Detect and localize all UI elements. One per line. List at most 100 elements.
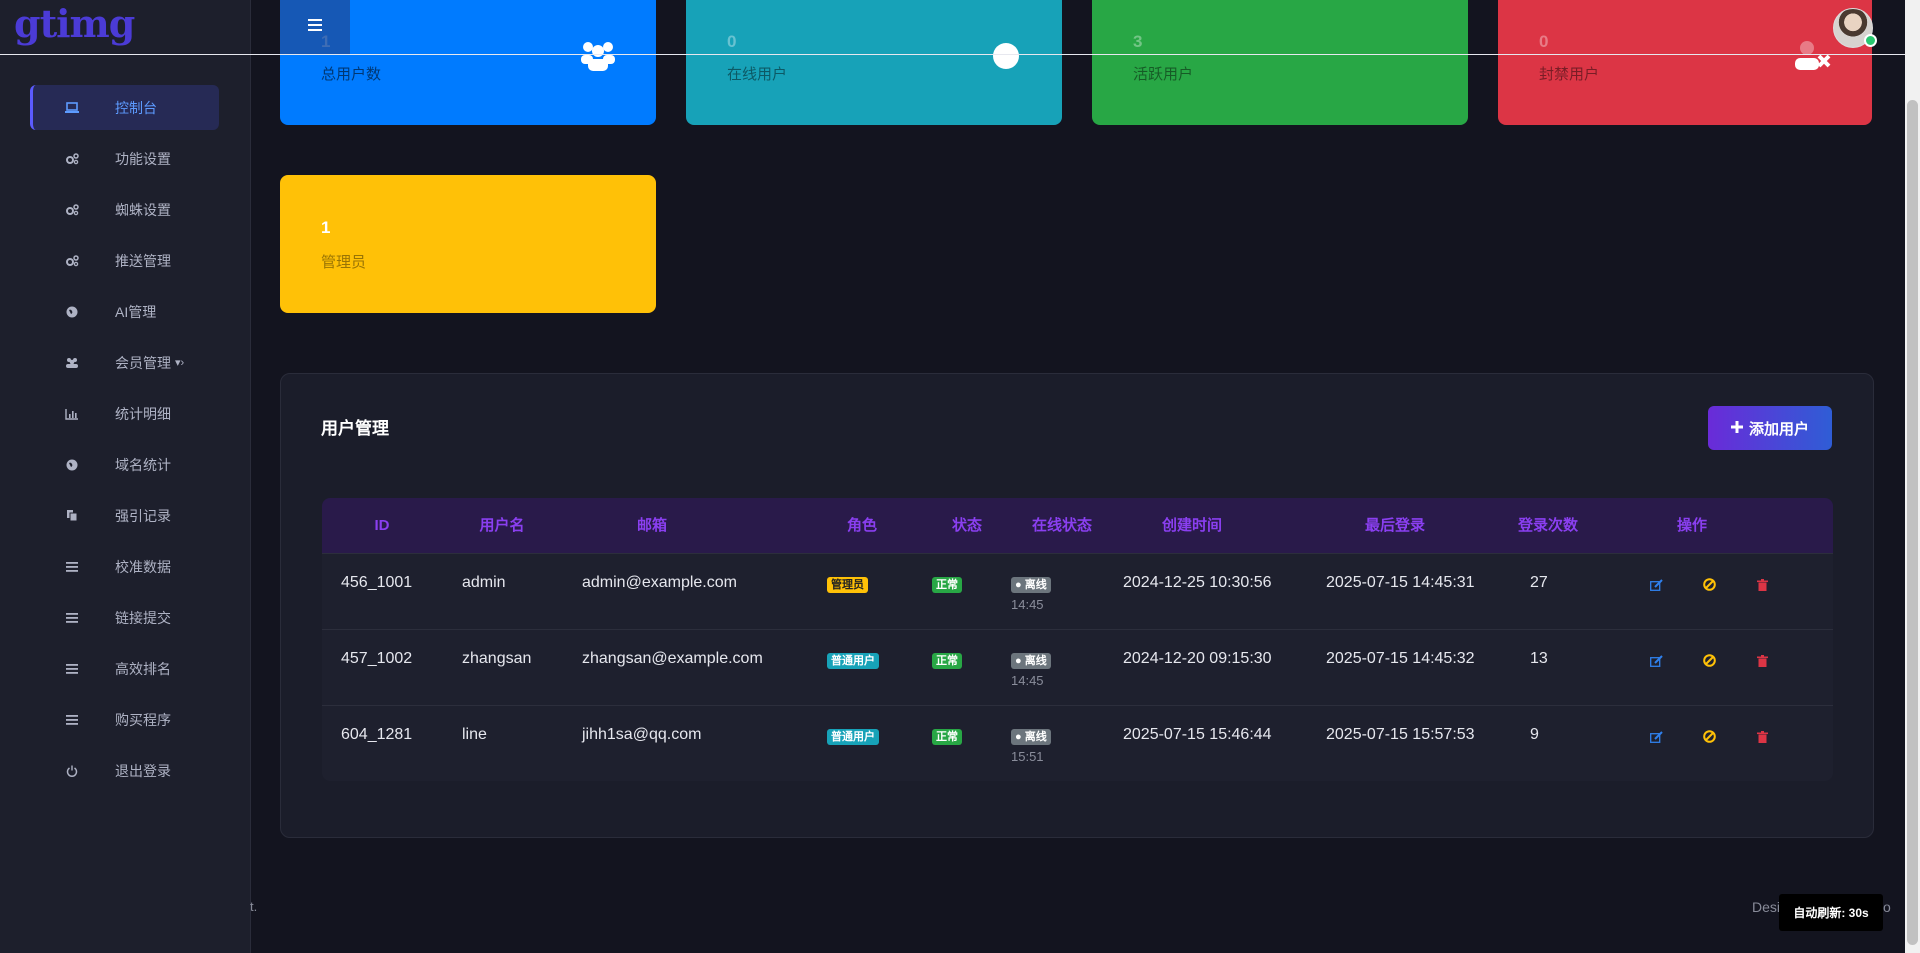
column-header-online-status[interactable]: 在线状态: [1012, 498, 1112, 553]
status-badge: 正常: [932, 577, 962, 593]
top-header: gtimg: [0, 0, 1905, 55]
sidebar-item-buy-program[interactable]: 购买程序: [30, 697, 219, 742]
edit-button[interactable]: [1648, 579, 1664, 595]
stat-card-admins: 1 管理员: [280, 175, 656, 313]
online-status-badge: ● 离线: [1011, 729, 1051, 745]
role-badge: 普通用户: [827, 729, 879, 745]
copy-icon: [57, 509, 87, 522]
cell-username: line: [462, 726, 487, 743]
cell-id: 604_1281: [341, 726, 413, 743]
panel-title: 用户管理: [321, 419, 389, 438]
sidebar-item-label: 强引记录: [115, 507, 171, 524]
edit-button[interactable]: [1648, 655, 1664, 671]
column-header-email[interactable]: 邮箱: [622, 498, 682, 553]
cell-last-login: 2025-07-15 14:45:31: [1326, 574, 1475, 591]
sidebar-item-domain-statistics[interactable]: 域名统计: [30, 442, 219, 487]
online-status-badge: ● 离线: [1011, 577, 1051, 593]
sidebar-item-ai-management[interactable]: AI管理: [30, 289, 219, 334]
status-badge: 正常: [932, 653, 962, 669]
sidebar-item-label: 域名统计: [115, 456, 171, 473]
cell-username: zhangsan: [462, 650, 532, 667]
ban-icon: [1702, 578, 1716, 596]
table-header: ID 用户名 邮箱 角色 状态 在线状态 创建时间 最后登录 登录次数 操作: [322, 498, 1833, 553]
cell-last-login: 2025-07-15 15:57:53: [1326, 726, 1475, 743]
scrollbar-thumb[interactable]: [1907, 100, 1918, 945]
footer-copyright: t.: [250, 899, 258, 914]
cell-email: zhangsan@example.com: [582, 650, 763, 667]
footer-design-text: Desi: [1752, 899, 1781, 915]
sidebar-item-statistics-detail[interactable]: 统计明细: [30, 391, 219, 436]
ban-button[interactable]: [1701, 578, 1717, 596]
add-user-button[interactable]: 添加用户: [1708, 406, 1832, 450]
stat-label: 在线用户: [727, 66, 788, 83]
ban-button[interactable]: [1701, 730, 1717, 748]
sidebar: 控制台 功能设置 蜘蛛设置 推送管理 AI管理 会员管理▾› 统计明细 域名统: [0, 0, 251, 953]
cogs-icon: [57, 254, 87, 267]
add-user-label: 添加用户: [1748, 420, 1809, 438]
table-row: 604_1281 line jihh1sa@qq.com 普通用户 正常 ● 离…: [322, 705, 1833, 781]
users-icon: [57, 357, 87, 369]
role-badge: 管理员: [827, 577, 868, 593]
delete-button[interactable]: [1754, 579, 1770, 595]
auto-refresh-indicator[interactable]: 自动刷新: 30s: [1779, 894, 1883, 931]
sidebar-item-spider-settings[interactable]: 蜘蛛设置: [30, 187, 219, 232]
delete-button[interactable]: [1754, 731, 1770, 747]
sidebar-item-calibration-data[interactable]: 校准数据: [30, 544, 219, 589]
cell-id: 457_1002: [341, 650, 413, 667]
footer-design-tail: o: [1883, 899, 1891, 915]
cogs-icon: [57, 203, 87, 216]
menu-toggle-button[interactable]: [280, 0, 350, 54]
role-badge: 普通用户: [827, 653, 879, 669]
cell-created: 2025-07-15 15:46:44: [1123, 726, 1272, 743]
column-header-created[interactable]: 创建时间: [1142, 498, 1242, 553]
sidebar-item-label: 退出登录: [115, 762, 171, 779]
edit-button[interactable]: [1648, 731, 1664, 747]
online-time: 15:51: [1011, 749, 1044, 764]
delete-button[interactable]: [1754, 655, 1770, 671]
column-header-username[interactable]: 用户名: [452, 498, 552, 553]
column-header-role[interactable]: 角色: [832, 498, 892, 553]
sidebar-item-dashboard[interactable]: 控制台: [30, 85, 219, 130]
sidebar-item-feature-settings[interactable]: 功能设置: [30, 136, 219, 181]
column-header-id[interactable]: ID: [342, 498, 422, 553]
stat-label: 封禁用户: [1539, 66, 1600, 83]
sidebar-item-push-management[interactable]: 推送管理: [30, 238, 219, 283]
stat-value: 1: [321, 218, 331, 237]
status-badge: 正常: [932, 729, 962, 745]
bars-icon: [57, 714, 87, 725]
cell-login-count: 27: [1530, 574, 1548, 591]
bars-icon: [57, 663, 87, 674]
cell-created: 2024-12-25 10:30:56: [1123, 574, 1272, 591]
stat-label: 总用户数: [321, 66, 382, 83]
online-status-badge: ● 离线: [1011, 653, 1051, 669]
sidebar-item-label: 控制台: [115, 99, 157, 116]
sidebar-item-referral-records[interactable]: 强引记录: [30, 493, 219, 538]
online-time: 14:45: [1011, 597, 1044, 612]
column-header-status[interactable]: 状态: [937, 498, 997, 553]
sidebar-nav: 控制台 功能设置 蜘蛛设置 推送管理 AI管理 会员管理▾› 统计明细 域名统: [30, 85, 219, 799]
hamburger-icon: [308, 18, 322, 36]
column-header-login-count[interactable]: 登录次数: [1498, 498, 1598, 553]
sidebar-item-label: 高效排名: [115, 660, 171, 677]
table-row: 456_1001 admin admin@example.com 管理员 正常 …: [322, 553, 1833, 629]
globe-icon: [57, 459, 87, 471]
sidebar-item-label: 功能设置: [115, 150, 171, 167]
sidebar-item-member-management[interactable]: 会员管理 ▾›: [30, 340, 219, 385]
app-logo[interactable]: gtimg: [14, 0, 135, 48]
sidebar-item-logout[interactable]: 退出登录: [30, 748, 219, 793]
globe-icon: [57, 306, 87, 318]
column-header-actions: 操作: [1676, 517, 1707, 534]
ban-icon: [1702, 654, 1716, 672]
ban-icon: [1702, 730, 1716, 748]
column-header-last-login[interactable]: 最后登录: [1345, 498, 1445, 553]
cogs-icon: [57, 152, 87, 165]
stat-label: 活跃用户: [1133, 66, 1194, 83]
plus-icon: [1730, 420, 1743, 437]
cell-email: jihh1sa@qq.com: [582, 726, 702, 743]
cell-last-login: 2025-07-15 14:45:32: [1326, 650, 1475, 667]
sidebar-item-efficient-ranking[interactable]: 高效排名: [30, 646, 219, 691]
sidebar-item-label: 推送管理: [115, 252, 171, 269]
ban-button[interactable]: [1701, 654, 1717, 672]
sidebar-item-label: 校准数据: [115, 558, 171, 575]
sidebar-item-link-submit[interactable]: 链接提交: [30, 595, 219, 640]
